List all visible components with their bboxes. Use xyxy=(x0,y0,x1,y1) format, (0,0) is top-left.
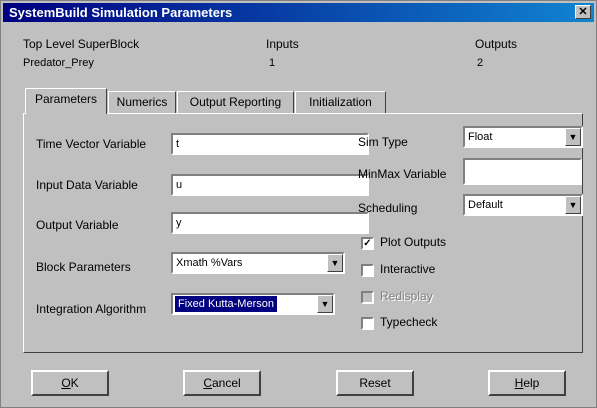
interactive-checkbox[interactable]: Interactive xyxy=(361,262,481,280)
checkbox-box[interactable] xyxy=(361,264,374,277)
chevron-down-icon[interactable]: ▼ xyxy=(565,128,581,146)
help-label-rest: elp xyxy=(523,376,540,390)
tab-label: Output Reporting xyxy=(189,95,282,109)
check-icon[interactable]: ✓ xyxy=(361,237,374,250)
scheduling-select[interactable]: Default ▼ xyxy=(463,194,583,216)
sim-type-select[interactable]: Float ▼ xyxy=(463,126,583,148)
time-vector-input[interactable]: t xyxy=(171,133,369,155)
redisplay-label: Redisplay xyxy=(380,289,433,303)
header-outputs: Outputs xyxy=(475,37,518,51)
integration-value: Fixed Kutta-Merson xyxy=(175,296,277,312)
sim-type-label: Sim Type xyxy=(358,135,408,149)
tab-output-reporting[interactable]: Output Reporting xyxy=(177,91,294,113)
chevron-down-icon[interactable]: ▼ xyxy=(317,295,333,313)
scheduling-label: Scheduling xyxy=(358,201,418,215)
scheduling-value: Default xyxy=(468,199,503,211)
reset-label: Reset xyxy=(359,376,391,390)
plot-outputs-checkbox[interactable]: ✓ Plot Outputs xyxy=(361,235,481,253)
close-icon[interactable]: ✕ xyxy=(575,5,591,19)
tab-initialization[interactable]: Initialization xyxy=(295,91,386,113)
cancel-button[interactable]: Cancel xyxy=(183,370,261,396)
input-data-input[interactable]: u xyxy=(171,174,369,196)
parameters-panel: Time Vector Variable t Input Data Variab… xyxy=(23,113,583,353)
dialog-window: SystemBuild Simulation Parameters ✕ Top … xyxy=(0,0,597,408)
typecheck-checkbox[interactable]: Typecheck xyxy=(361,315,481,333)
title-bar[interactable]: SystemBuild Simulation Parameters ✕ xyxy=(3,3,594,22)
integration-label: Integration Algorithm xyxy=(36,302,147,316)
chevron-down-icon[interactable]: ▼ xyxy=(565,196,581,214)
interactive-label: Interactive xyxy=(380,262,436,276)
header-inputs: Inputs xyxy=(266,37,299,51)
window-title: SystemBuild Simulation Parameters xyxy=(9,5,233,20)
block-params-label: Block Parameters xyxy=(36,260,131,274)
checkbox-box xyxy=(361,291,374,304)
plot-outputs-label: Plot Outputs xyxy=(380,235,447,249)
value-inputs: 1 xyxy=(269,57,276,69)
tab-parameters[interactable]: Parameters xyxy=(25,88,107,114)
block-params-select[interactable]: Xmath %Vars ▼ xyxy=(171,252,345,274)
value-block: Predator_Prey xyxy=(23,57,94,69)
cancel-label-rest: ancel xyxy=(211,376,241,390)
checkbox-box[interactable] xyxy=(361,317,374,330)
tab-numerics[interactable]: Numerics xyxy=(108,91,176,113)
minmax-label: MinMax Variable xyxy=(358,167,447,181)
minmax-input[interactable] xyxy=(463,158,582,185)
typecheck-label: Typecheck xyxy=(380,315,438,329)
ok-label-rest: K xyxy=(70,376,79,390)
reset-button[interactable]: Reset xyxy=(336,370,414,396)
help-button[interactable]: Help xyxy=(488,370,566,396)
redisplay-checkbox: Redisplay xyxy=(361,289,481,307)
tab-label: Numerics xyxy=(116,95,168,109)
time-vector-label: Time Vector Variable xyxy=(36,137,147,151)
output-var-input[interactable]: y xyxy=(171,212,369,234)
output-var-label: Output Variable xyxy=(36,218,119,232)
block-params-value: Xmath %Vars xyxy=(176,257,243,269)
tab-label: Parameters xyxy=(34,92,98,106)
input-data-label: Input Data Variable xyxy=(36,178,138,192)
value-outputs: 2 xyxy=(477,57,484,69)
ok-button[interactable]: OK xyxy=(31,370,109,396)
tab-label: Initialization xyxy=(309,95,372,109)
sim-type-value: Float xyxy=(468,131,493,143)
cancel-mnemonic: C xyxy=(203,376,212,390)
integration-select[interactable]: Fixed Kutta-Merson ▼ xyxy=(171,293,335,315)
ok-mnemonic: O xyxy=(61,376,71,390)
chevron-down-icon[interactable]: ▼ xyxy=(327,254,343,272)
header-block: Top Level SuperBlock xyxy=(23,37,140,51)
